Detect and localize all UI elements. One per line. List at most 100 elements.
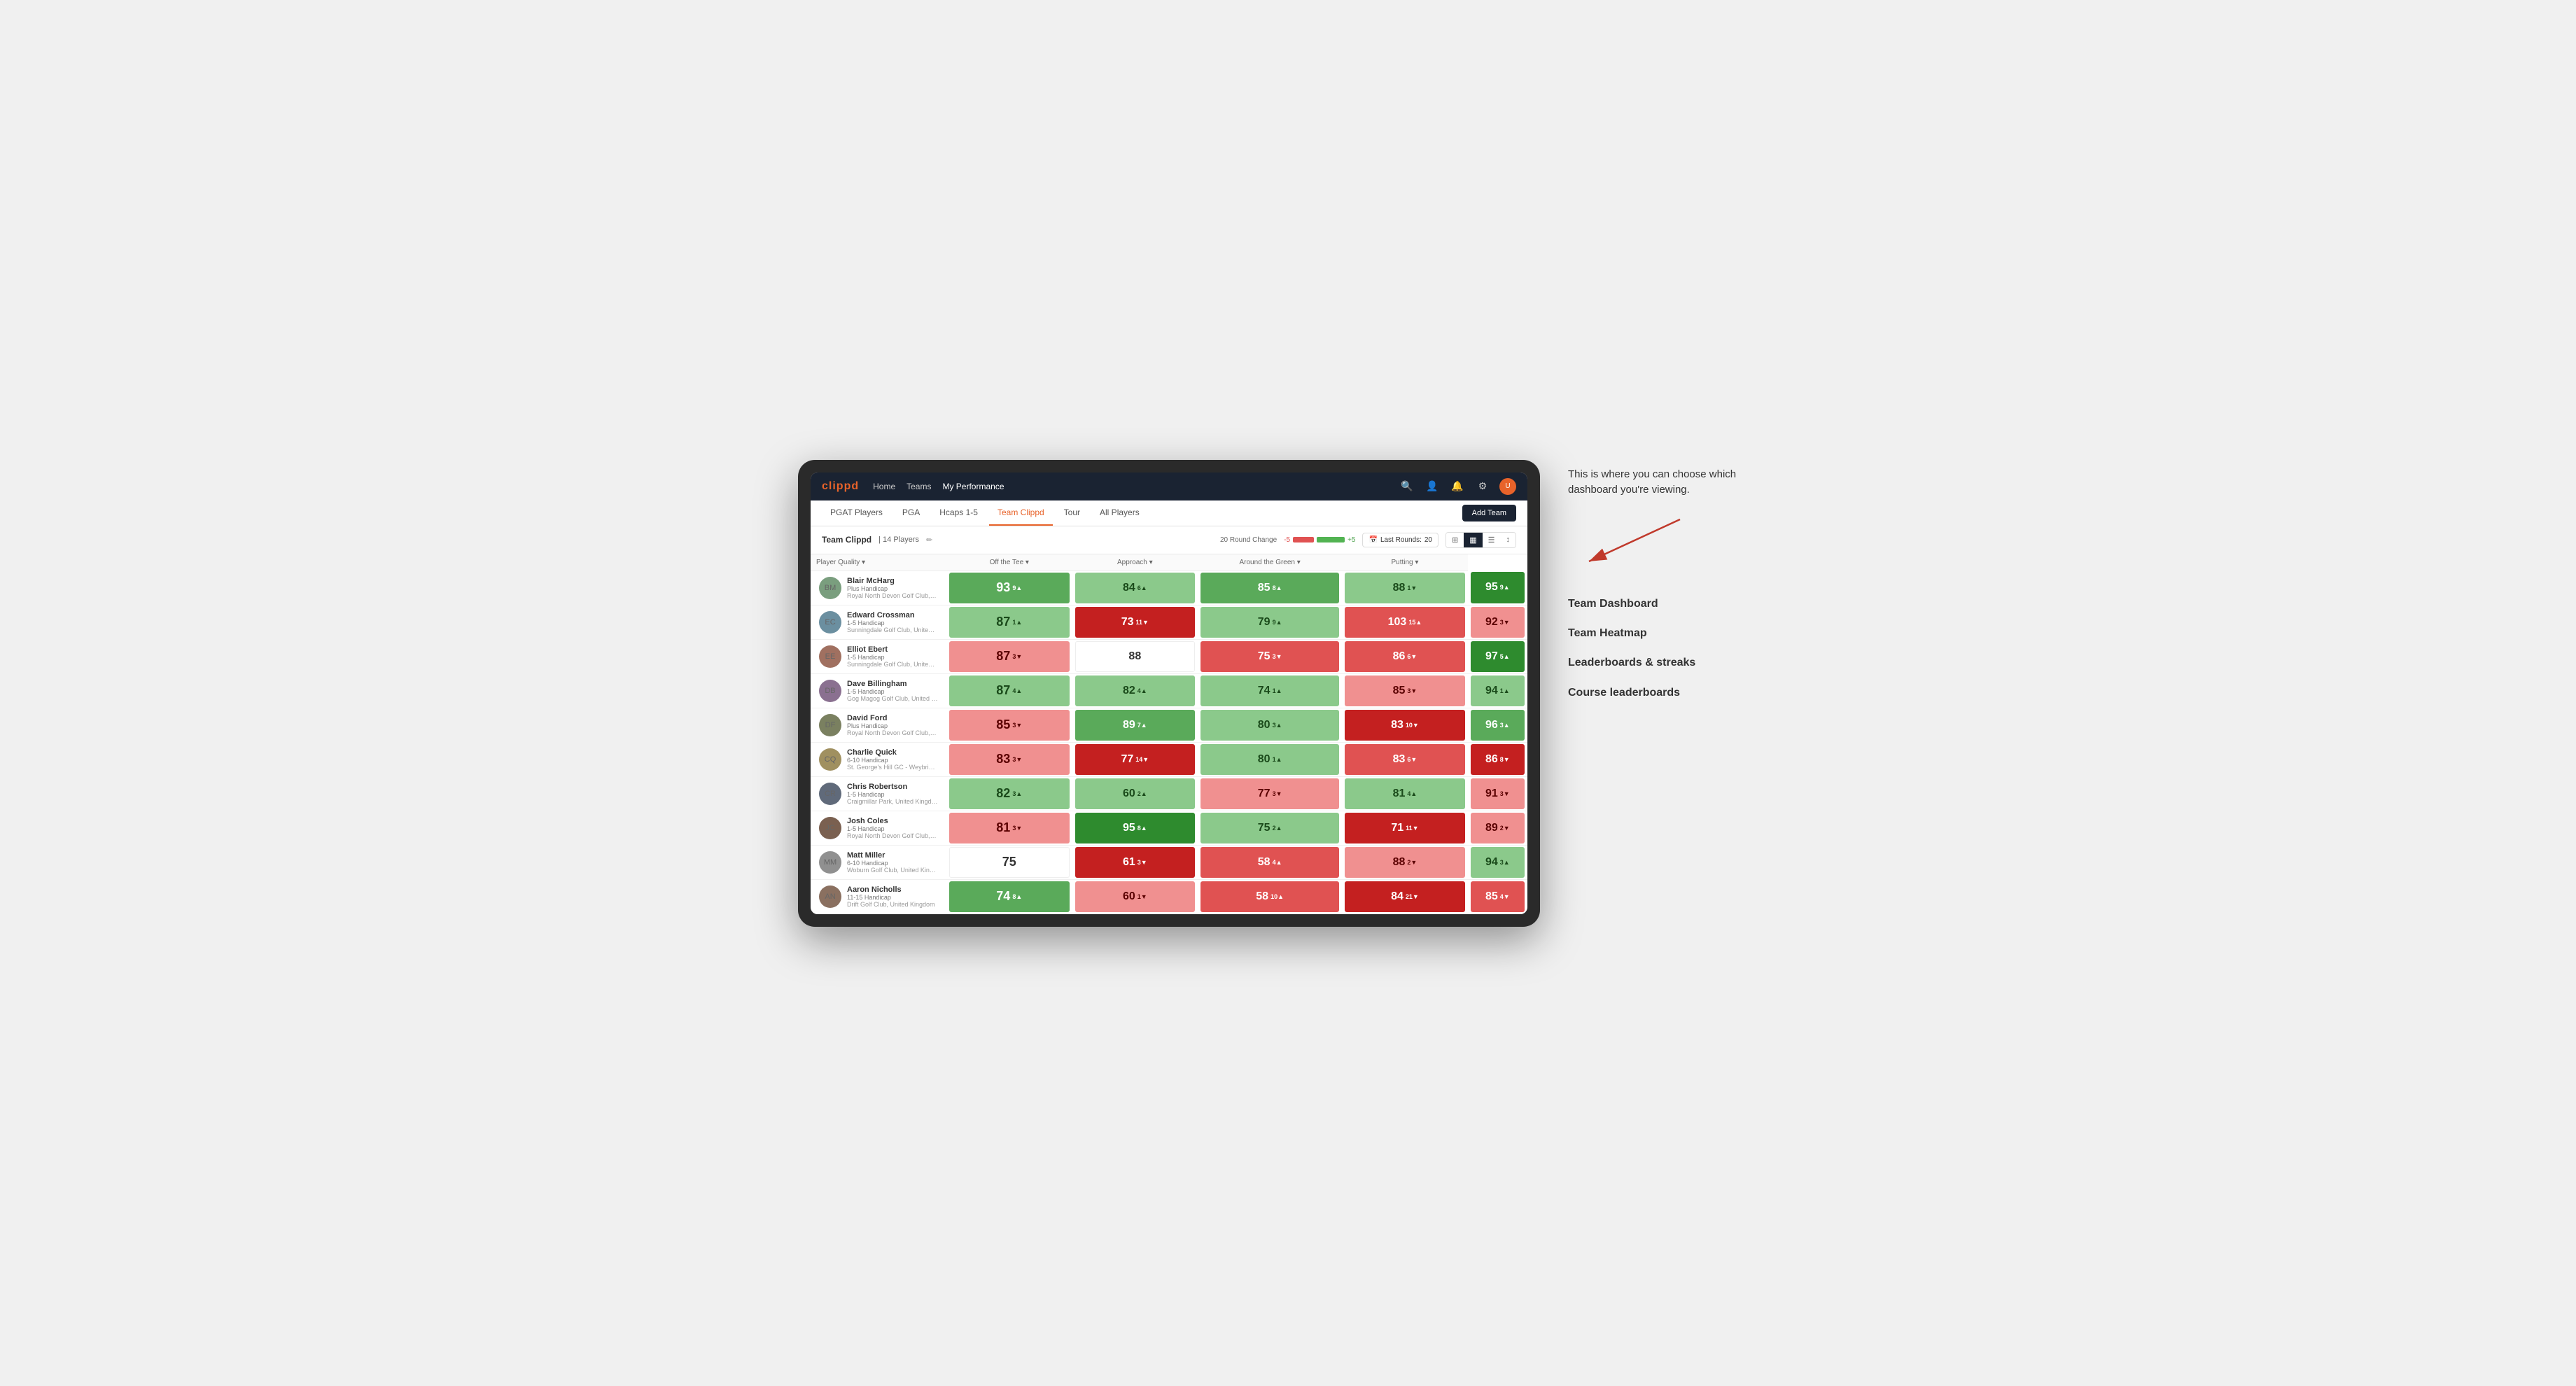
score-cell-8-1: 958▲ (1072, 811, 1198, 845)
table-row: BMBlair McHargPlus HandicapRoyal North D… (811, 570, 1527, 605)
player-cell-7[interactable]: CRChris Robertson1-5 HandicapCraigmillar… (811, 776, 946, 811)
score-cell-6-4: 868▼ (1468, 742, 1527, 776)
subnav-hcaps[interactable]: Hcaps 1-5 (931, 500, 986, 526)
player-avatar: EE (819, 645, 841, 668)
player-cell-6[interactable]: CQCharlie Quick6-10 HandicapSt. George's… (811, 742, 946, 776)
player-cell-8[interactable]: JCJosh Coles1-5 HandicapRoyal North Devo… (811, 811, 946, 845)
score-change: 5▲ (1500, 653, 1510, 660)
subnav-all-players[interactable]: All Players (1091, 500, 1148, 526)
score-box: 892▼ (1471, 813, 1525, 844)
score-value: 89 (1485, 822, 1498, 834)
dashboard-option[interactable]: Team Dashboard (1568, 589, 1778, 619)
score-cell-9-0: 75 (946, 845, 1072, 879)
user-avatar[interactable]: U (1499, 478, 1516, 495)
score-cell-6-0: 833▼ (946, 742, 1072, 776)
view-list-button[interactable]: ☰ (1483, 533, 1501, 547)
score-value: 77 (1121, 753, 1133, 766)
view-heatmap-button[interactable]: ▦ (1464, 533, 1482, 547)
player-club: Gog Magog Golf Club, United Kingdom (847, 695, 938, 702)
nav-home[interactable]: Home (873, 479, 895, 494)
dashboard-option[interactable]: Leaderboards & streaks (1568, 648, 1778, 678)
score-value: 71 (1391, 822, 1404, 834)
player-cell-1[interactable]: BMBlair McHargPlus HandicapRoyal North D… (811, 570, 946, 605)
dashboard-option[interactable]: Course leaderboards (1568, 678, 1778, 708)
player-cell-2[interactable]: ECEdward Crossman1-5 HandicapSunningdale… (811, 605, 946, 639)
score-cell-5-1: 897▲ (1072, 708, 1198, 742)
last-rounds-button[interactable]: 📅 Last Rounds: 20 (1362, 533, 1438, 547)
score-change: 21▼ (1406, 893, 1419, 900)
col-off-tee[interactable]: Off the Tee ▾ (946, 554, 1072, 571)
score-change: 14▼ (1135, 756, 1149, 763)
score-cell-5-2: 803▲ (1198, 708, 1342, 742)
player-cell-5[interactable]: DFDavid FordPlus HandicapRoyal North Dev… (811, 708, 946, 742)
col-approach[interactable]: Approach ▾ (1072, 554, 1198, 571)
player-avatar: DB (819, 680, 841, 702)
player-name: Elliot Ebert (847, 645, 938, 654)
score-value: 82 (996, 786, 1010, 801)
player-cell-10[interactable]: ANAaron Nicholls11-15 HandicapDrift Golf… (811, 879, 946, 913)
score-change: 2▲ (1273, 825, 1282, 832)
table-row: ECEdward Crossman1-5 HandicapSunningdale… (811, 605, 1527, 639)
nav-teams[interactable]: Teams (906, 479, 931, 494)
last-rounds-value: 20 (1424, 536, 1432, 544)
search-icon[interactable]: 🔍 (1399, 478, 1415, 495)
page-wrapper: clippd Home Teams My Performance 🔍 👤 🔔 ⚙… (798, 460, 1778, 927)
player-cell-3[interactable]: EEElliot Ebert1-5 HandicapSunningdale Go… (811, 639, 946, 673)
nav-logo[interactable]: clippd (822, 480, 859, 493)
player-handicap: 6-10 Handicap (847, 860, 938, 867)
subnav-tour[interactable]: Tour (1056, 500, 1088, 526)
score-change: 10▲ (1270, 893, 1284, 900)
team-header: Team Clippd | 14 Players ✏ 20 Round Chan… (811, 526, 1527, 554)
view-expand-button[interactable]: ↕ (1501, 533, 1516, 547)
score-box: 773▼ (1200, 778, 1339, 809)
subnav-team-clippd[interactable]: Team Clippd (989, 500, 1053, 526)
score-value: 94 (1485, 685, 1498, 697)
score-value: 80 (1258, 753, 1270, 766)
score-box: 801▲ (1200, 744, 1339, 775)
score-value: 88 (1393, 856, 1406, 869)
score-box: 10315▲ (1345, 607, 1465, 638)
score-change: 9▲ (1273, 619, 1282, 626)
settings-icon[interactable]: ⚙ (1474, 478, 1491, 495)
score-value: 85 (1393, 685, 1406, 697)
score-change: 8▲ (1012, 893, 1022, 900)
score-box: 753▼ (1200, 641, 1339, 672)
nav-icons: 🔍 👤 🔔 ⚙ U (1399, 478, 1516, 495)
score-box: 913▼ (1471, 778, 1525, 809)
subnav-pgat[interactable]: PGAT Players (822, 500, 891, 526)
score-box: 833▼ (949, 744, 1070, 775)
score-change: 3▼ (1273, 653, 1282, 660)
player-club: Drift Golf Club, United Kingdom (847, 901, 935, 908)
player-table-body: BMBlair McHargPlus HandicapRoyal North D… (811, 570, 1527, 913)
score-value: 83 (996, 752, 1010, 766)
score-value: 86 (1393, 650, 1406, 663)
user-icon[interactable]: 👤 (1424, 478, 1441, 495)
table-row: CQCharlie Quick6-10 HandicapSt. George's… (811, 742, 1527, 776)
round-change-bar: -5 +5 (1284, 536, 1355, 544)
score-value: 75 (1258, 650, 1270, 663)
score-change: 7▲ (1138, 722, 1147, 729)
dashboard-option[interactable]: Team Heatmap (1568, 619, 1778, 648)
nav-my-performance[interactable]: My Performance (942, 479, 1004, 494)
col-player-quality[interactable]: Player Quality ▾ (811, 554, 946, 571)
player-cell-4[interactable]: DBDave Billingham1-5 HandicapGog Magog G… (811, 673, 946, 708)
right-panel: This is where you can choose which dashb… (1568, 460, 1778, 708)
score-box: 941▲ (1471, 676, 1525, 706)
subnav-pga[interactable]: PGA (894, 500, 928, 526)
round-change-label: 20 Round Change (1220, 536, 1277, 544)
score-cell-1-4: 959▲ (1468, 570, 1527, 605)
player-name: Charlie Quick (847, 748, 938, 757)
edit-icon[interactable]: ✏ (926, 536, 932, 545)
score-value: 73 (1121, 616, 1134, 629)
score-box: 853▼ (949, 710, 1070, 741)
player-cell-9[interactable]: MMMatt Miller6-10 HandicapWoburn Golf Cl… (811, 845, 946, 879)
col-putting[interactable]: Putting ▾ (1342, 554, 1468, 571)
bell-icon[interactable]: 🔔 (1449, 478, 1466, 495)
score-cell-10-4: 854▼ (1468, 879, 1527, 913)
add-team-button[interactable]: Add Team (1462, 505, 1516, 522)
score-box: 7111▼ (1345, 813, 1465, 844)
score-box: 873▼ (949, 641, 1070, 672)
view-grid-button[interactable]: ⊞ (1446, 533, 1464, 547)
col-around-green[interactable]: Around the Green ▾ (1198, 554, 1342, 571)
score-change: 9▲ (1500, 584, 1510, 591)
